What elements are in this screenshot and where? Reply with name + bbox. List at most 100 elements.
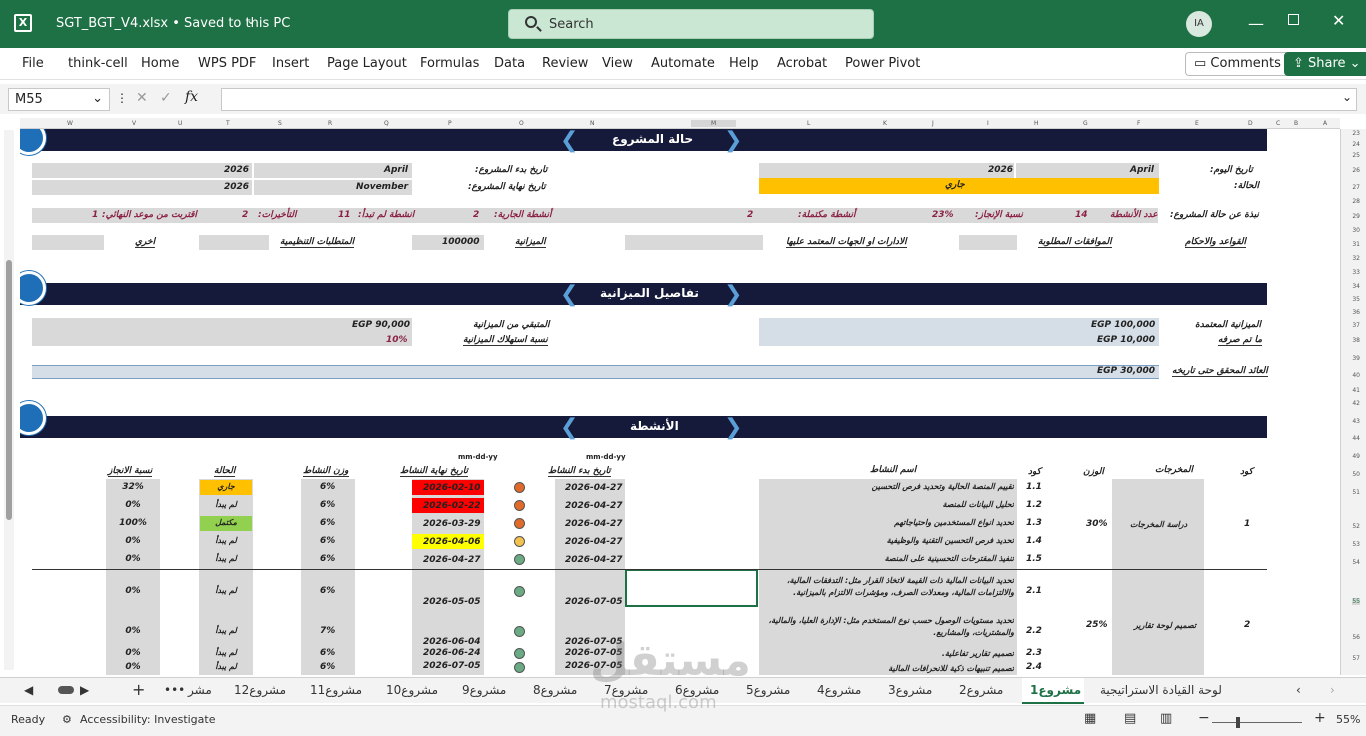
sheet-tab[interactable]: مشروع10 <box>386 683 438 697</box>
column-header[interactable]: E <box>1195 120 1199 127</box>
row-header[interactable]: 27 <box>1352 184 1360 191</box>
sheet-tab[interactable]: مشر <box>188 683 212 697</box>
selected-cell[interactable] <box>625 569 758 607</box>
regulatory-cell[interactable] <box>199 235 269 250</box>
scroll-right-icon[interactable]: ▶ <box>80 683 89 697</box>
tab-view[interactable]: View <box>602 56 633 71</box>
scroll-left-icon[interactable]: ◀ <box>24 683 33 697</box>
column-header[interactable]: F <box>1137 120 1140 127</box>
row-header[interactable]: 43 <box>1352 418 1360 425</box>
column-header[interactable]: B <box>1294 120 1298 127</box>
expand-formula-icon[interactable]: ⌄ <box>1342 90 1352 104</box>
approvals-cell[interactable] <box>959 235 1017 250</box>
row-header[interactable]: 52 <box>1352 523 1360 530</box>
column-header[interactable]: U <box>178 120 182 127</box>
insert-function-button[interactable]: fx <box>185 89 198 105</box>
chevron-down-icon[interactable]: ⌄ <box>92 91 103 106</box>
enter-icon[interactable]: ✓ <box>160 90 172 106</box>
tab-power-pivot[interactable]: Power Pivot <box>845 56 920 71</box>
sheet-tab[interactable]: مشروع2 <box>959 683 1003 697</box>
sheet-tab[interactable]: مشروع8 <box>533 683 577 697</box>
tab-page-layout[interactable]: Page Layout <box>327 56 407 71</box>
row-header[interactable]: 54 <box>1352 559 1360 566</box>
page-layout-icon[interactable]: ▤ <box>1124 711 1136 726</box>
tab-review[interactable]: Review <box>542 56 588 71</box>
sheet-tab[interactable]: مشروع12 <box>234 683 286 697</box>
sheet-tab-active[interactable]: مشروع1 <box>1022 678 1084 704</box>
zoom-level[interactable]: 55% <box>1336 713 1360 726</box>
tab-formulas[interactable]: Formulas <box>420 56 479 71</box>
row-header[interactable]: 25 <box>1352 152 1360 159</box>
column-header[interactable]: O <box>519 120 524 127</box>
column-header[interactable]: Q <box>384 120 389 127</box>
column-header[interactable]: S <box>278 120 282 127</box>
share-button[interactable]: ⇪ Share ⌄ <box>1284 52 1366 76</box>
avatar[interactable]: IA <box>1186 11 1212 37</box>
search-box[interactable]: Search <box>508 9 874 39</box>
row-header[interactable]: 32 <box>1352 255 1360 262</box>
other-cell[interactable] <box>32 235 104 250</box>
chevron-down-icon[interactable]: ⌄ <box>246 13 256 27</box>
normal-view-icon[interactable]: ▦ <box>1084 711 1096 726</box>
column-header[interactable]: H <box>1034 120 1039 127</box>
row-header[interactable]: 29 <box>1352 213 1360 220</box>
zoom-thumb[interactable] <box>1236 717 1240 728</box>
chevron-left-icon[interactable]: ‹ <box>1296 683 1301 697</box>
zoom-slider[interactable] <box>1212 717 1302 728</box>
column-header[interactable]: W <box>67 120 73 127</box>
zoom-in-icon[interactable]: + <box>1314 710 1326 726</box>
tab-acrobat[interactable]: Acrobat <box>777 56 827 71</box>
tab-wps-pdf[interactable]: WPS PDF <box>198 56 256 71</box>
tab-automate[interactable]: Automate <box>651 56 715 71</box>
column-header[interactable]: P <box>448 120 452 127</box>
close-icon[interactable]: ✕ <box>1332 11 1345 30</box>
row-header[interactable]: 33 <box>1352 269 1360 276</box>
row-header[interactable]: 38 <box>1352 337 1360 344</box>
column-header[interactable]: K <box>883 120 887 127</box>
column-header[interactable]: R <box>328 120 332 127</box>
column-header[interactable]: G <box>1083 120 1088 127</box>
name-box[interactable]: M55 ⌄ <box>8 88 110 111</box>
vertical-scrollbar[interactable] <box>4 130 14 670</box>
tab-data[interactable]: Data <box>494 56 525 71</box>
zoom-out-icon[interactable]: − <box>1198 710 1210 726</box>
chevron-right-icon[interactable]: › <box>1330 683 1335 697</box>
tab-file[interactable]: File <box>22 56 44 71</box>
row-header[interactable]: 50 <box>1352 471 1360 478</box>
column-header[interactable]: I <box>987 120 989 127</box>
column-header[interactable]: M <box>691 120 737 127</box>
sheet-tab[interactable]: لوحة القيادة الاستراتيجية <box>1100 683 1222 697</box>
column-header[interactable]: V <box>132 120 136 127</box>
sheet-tab[interactable]: مشروع9 <box>462 683 506 697</box>
row-header[interactable]: 56 <box>1352 634 1360 641</box>
row-header[interactable]: 26 <box>1352 167 1360 174</box>
row-header[interactable]: 23 <box>1352 130 1360 137</box>
depts-cell[interactable] <box>625 235 763 250</box>
row-header[interactable]: 57 <box>1352 655 1360 662</box>
column-header[interactable]: C <box>1276 120 1280 127</box>
row-header[interactable]: 44 <box>1352 435 1360 442</box>
scroll-thumb[interactable] <box>6 260 12 520</box>
column-header[interactable]: L <box>807 120 810 127</box>
start-year-cell[interactable] <box>32 163 252 178</box>
column-header[interactable]: D <box>1248 120 1253 127</box>
return-row[interactable] <box>32 365 1159 379</box>
page-break-icon[interactable]: ▥ <box>1160 711 1172 726</box>
row-header[interactable]: 55 <box>1352 598 1360 605</box>
row-header[interactable]: 39 <box>1352 355 1360 362</box>
row-header[interactable]: 28 <box>1352 198 1360 205</box>
cancel-icon[interactable]: ✕ <box>136 90 148 106</box>
add-sheet-icon[interactable]: + <box>132 680 145 699</box>
row-header[interactable]: 37 <box>1352 322 1360 329</box>
end-year-cell[interactable] <box>32 180 252 195</box>
row-header[interactable]: 53 <box>1352 541 1360 548</box>
column-header[interactable]: J <box>932 120 934 127</box>
excel-logo-icon[interactable]: X <box>14 14 32 32</box>
row-header[interactable]: 24 <box>1352 141 1360 148</box>
column-header[interactable]: N <box>590 120 595 127</box>
row-header[interactable]: 35 <box>1352 296 1360 303</box>
minimize-icon[interactable]: — <box>1248 14 1264 33</box>
sheet-tab[interactable]: مشروع4 <box>817 683 861 697</box>
comments-button[interactable]: ▭ Comments <box>1185 52 1290 76</box>
row-header[interactable]: 34 <box>1352 283 1360 290</box>
